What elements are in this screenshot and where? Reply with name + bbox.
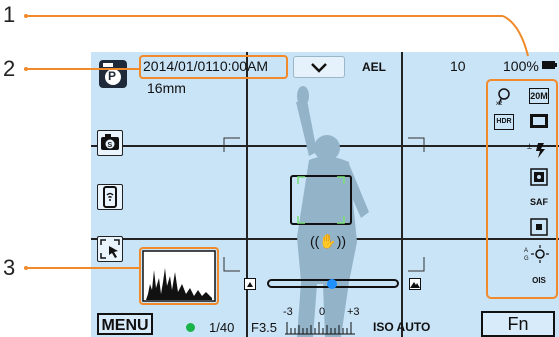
- histogram-highlight: [139, 247, 219, 305]
- callout-1-curve: [502, 15, 529, 57]
- right-icons-highlight: [486, 79, 558, 299]
- datetime-highlight: [139, 55, 288, 79]
- callout-overlay: [24, 14, 558, 305]
